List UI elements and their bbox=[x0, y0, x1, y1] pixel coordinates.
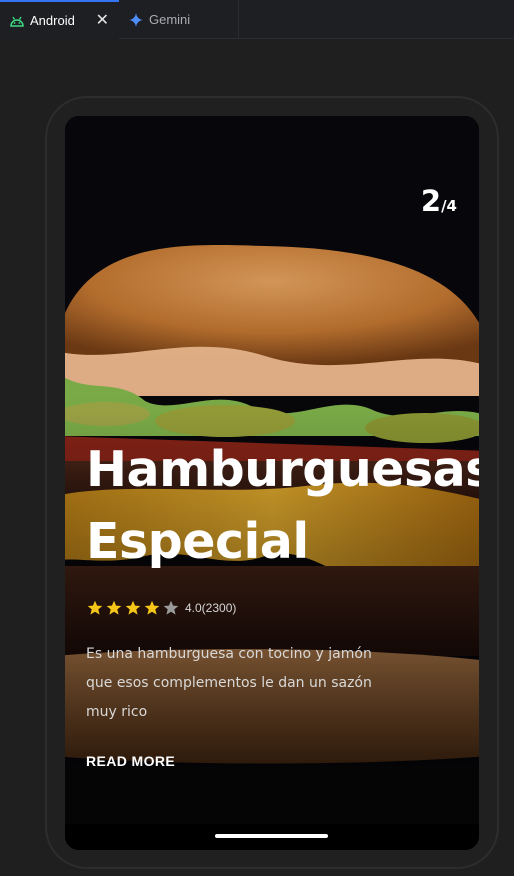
tab-bar: Android ✕ Gemini bbox=[0, 0, 514, 39]
rating-stars bbox=[87, 600, 179, 616]
star-filled-icon bbox=[106, 600, 122, 615]
card-title: Hamburguesas Especial bbox=[86, 434, 479, 578]
slide-total: /4 bbox=[441, 197, 457, 215]
system-nav-bar bbox=[65, 824, 479, 850]
star-filled-icon bbox=[144, 600, 160, 615]
star-filled-icon bbox=[87, 600, 103, 615]
gemini-sparkle-icon bbox=[129, 12, 143, 27]
rating-bar: 4.0(2300) bbox=[87, 600, 236, 616]
slide-counter: 2/4 bbox=[421, 184, 457, 218]
android-icon bbox=[10, 15, 24, 27]
card-title-line1: Hamburguesas bbox=[86, 441, 479, 498]
close-tab-icon[interactable]: ✕ bbox=[96, 12, 109, 29]
tab-gemini-label-group: Gemini bbox=[129, 12, 190, 27]
card-title-line2: Especial bbox=[86, 513, 309, 570]
home-gesture-handle[interactable] bbox=[215, 834, 328, 838]
tab-android-label-group: Android bbox=[10, 13, 75, 28]
star-empty-icon bbox=[163, 600, 179, 615]
tab-gemini-label: Gemini bbox=[149, 12, 191, 27]
phone-screen: 2/4 Hamburguesas Especial 4.0(2300) Es u… bbox=[65, 116, 479, 850]
slide-index: 2 bbox=[420, 184, 442, 218]
tab-android[interactable]: Android ✕ bbox=[0, 0, 119, 39]
rating-text: 4.0(2300) bbox=[185, 601, 237, 615]
card-description: Es una hamburguesa con tocino y jamón qu… bbox=[86, 646, 372, 720]
star-filled-icon bbox=[125, 600, 141, 615]
read-more-button[interactable]: READ MORE bbox=[86, 753, 175, 769]
tab-gemini[interactable]: Gemini bbox=[119, 0, 239, 39]
tab-android-label: Android bbox=[30, 13, 75, 28]
